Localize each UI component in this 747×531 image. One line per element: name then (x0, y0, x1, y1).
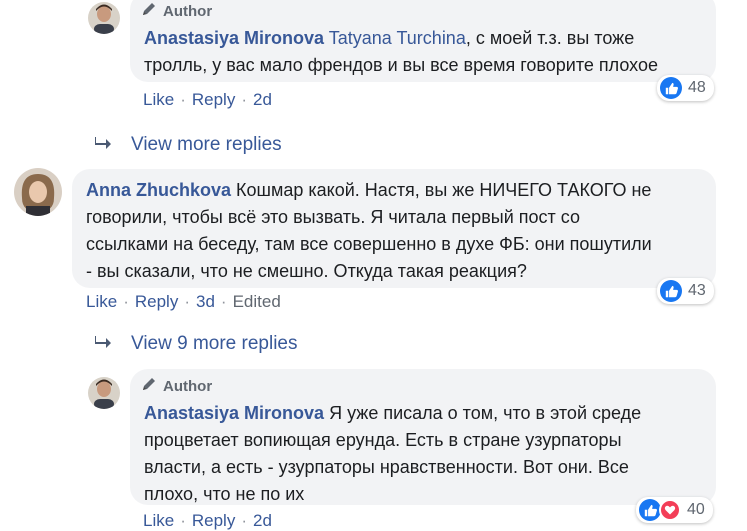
comment-line-4: плохо, что не по их (144, 484, 305, 504)
comment-line-2: тролль, у вас мало френдов и вы все врем… (144, 55, 658, 75)
reaction-count[interactable]: 48 (657, 75, 714, 101)
separator: · (123, 292, 129, 311)
comment-line-3: ссылками на беседу, там все совершенно в… (86, 234, 652, 254)
love-reaction-icon (659, 499, 681, 521)
author-badge-label: Author (163, 2, 213, 20)
separator: · (180, 511, 186, 530)
comment-line-4: - вы сказали, что не смешно. Откуда така… (86, 261, 527, 281)
reply-button[interactable]: Reply (192, 511, 235, 531)
timestamp[interactable]: 2d (253, 90, 272, 110)
reaction-count[interactable]: 43 (657, 278, 714, 304)
avatar[interactable] (88, 377, 120, 409)
comment-line-2: процветает вопиющая ерунда. Есть в стран… (144, 430, 622, 450)
like-button[interactable]: Like (143, 90, 174, 110)
like-button[interactable]: Like (143, 511, 174, 531)
separator: · (241, 90, 247, 109)
comment-actions: Like · Reply · 3d · Edited (86, 292, 281, 312)
comment-text: Anastasiya Mironova Я уже писала о том, … (144, 400, 709, 508)
like-reaction-icon (639, 499, 661, 521)
comment-text: Anna Zhuchkova Кошмар какой. Настя, вы ж… (86, 177, 711, 285)
mention-link[interactable]: Tatyana Turchina (329, 28, 466, 48)
author-badge: Author (141, 1, 212, 21)
reply-button[interactable]: Reply (192, 90, 235, 110)
comment-line-3: власти, а есть - узурпаторы нравственнос… (144, 457, 629, 477)
separator: · (184, 292, 190, 311)
reaction-count-value: 48 (688, 79, 706, 96)
comment-actions: Like · Reply · 2d (143, 511, 272, 531)
comment-line-2: говорили, чтобы всё это вызвать. Я читал… (86, 207, 580, 227)
separator: · (241, 511, 247, 530)
commenter-name[interactable]: Anna Zhuchkova (86, 180, 231, 200)
avatar[interactable] (88, 2, 120, 34)
author-badge: Author (141, 376, 212, 396)
reply-arrow-icon (95, 333, 111, 355)
pencil-icon (141, 376, 157, 396)
edited-label[interactable]: Edited (233, 292, 281, 312)
comment-line-1: , с моей т.з. вы тоже (465, 28, 635, 48)
avatar[interactable] (14, 168, 62, 216)
commenter-name[interactable]: Anastasiya Mironova (144, 28, 324, 48)
separator: · (220, 292, 227, 311)
like-reaction-icon (660, 280, 682, 302)
comment-text: Anastasiya Mironova Tatyana Turchina, с … (144, 25, 709, 79)
reply-arrow-icon (95, 134, 111, 156)
like-reaction-icon (660, 77, 682, 99)
view-more-label: View 9 more replies (131, 333, 298, 354)
reaction-count[interactable]: 40 (636, 497, 713, 523)
reaction-count-value: 43 (688, 282, 706, 299)
commenter-name[interactable]: Anastasiya Mironova (144, 403, 324, 423)
reply-button[interactable]: Reply (135, 292, 178, 312)
view-more-replies[interactable]: View 9 more replies (95, 333, 298, 355)
view-more-replies[interactable]: View more replies (95, 134, 282, 156)
pencil-icon (141, 1, 157, 21)
comment-line-1: Я уже писала о том, что в этой среде (329, 403, 642, 423)
timestamp[interactable]: 3d (196, 292, 215, 312)
view-more-label: View more replies (131, 134, 282, 155)
author-badge-label: Author (163, 377, 213, 395)
comment-line-1: Кошмар какой. Настя, вы же НИЧЕГО ТАКОГО… (236, 180, 652, 200)
timestamp[interactable]: 2d (253, 511, 272, 531)
reaction-count-value: 40 (687, 501, 705, 518)
comment-actions: Like · Reply · 2d (143, 90, 272, 110)
separator: · (180, 90, 186, 109)
like-button[interactable]: Like (86, 292, 117, 312)
